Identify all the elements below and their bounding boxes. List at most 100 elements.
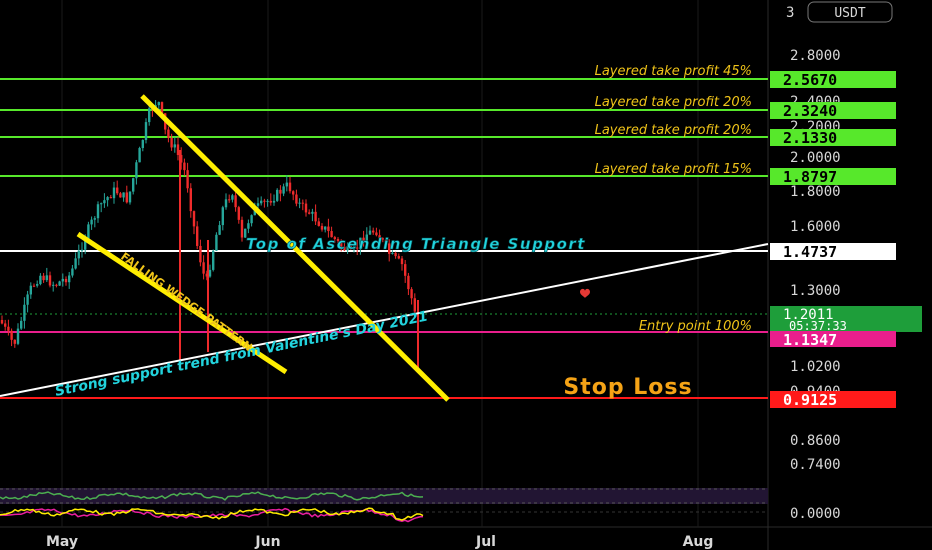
oscillator-panel xyxy=(0,488,768,523)
candle-body xyxy=(106,197,109,201)
candle-body xyxy=(167,129,170,138)
candle-body xyxy=(215,234,218,251)
candle-body xyxy=(68,275,71,283)
candle-body xyxy=(320,225,324,230)
candle-body xyxy=(234,195,237,208)
price-badge-label: 1.4737 xyxy=(783,243,837,261)
candle-body xyxy=(112,187,116,199)
ascending-triangle-annotation: Top of Ascending Triangle Support xyxy=(246,235,586,253)
candle-body xyxy=(183,162,186,171)
price-badge-triangle[interactable]: 1.4737 xyxy=(770,243,896,261)
price-badge-tp2[interactable]: 2.3240 xyxy=(770,102,896,120)
candle-body xyxy=(23,304,26,321)
candle-body xyxy=(372,230,375,233)
candle-body xyxy=(218,225,221,235)
candle-body xyxy=(61,278,64,282)
entry-note: Entry point 100% xyxy=(639,319,752,334)
currency-badge[interactable]: USDT xyxy=(807,1,893,23)
candle-body xyxy=(292,191,295,195)
price-badge-tp1[interactable]: 2.5670 xyxy=(770,71,896,89)
candle-body xyxy=(308,212,311,214)
candle-body xyxy=(397,256,400,259)
candle-body xyxy=(80,249,84,251)
candle-body xyxy=(208,269,212,277)
take-profit-note: Layered take profit 20% xyxy=(595,123,752,138)
candle-body xyxy=(29,285,32,295)
candle-body xyxy=(324,226,327,230)
price-badge-entry[interactable]: 1.1347 xyxy=(770,331,896,349)
price-badge-stop-loss[interactable]: 0.9125 xyxy=(770,391,896,409)
x-tick-label: May xyxy=(46,534,78,550)
candle-body xyxy=(125,192,128,203)
candle-body xyxy=(221,207,224,226)
candle-body xyxy=(170,137,173,148)
candle-body xyxy=(32,285,36,287)
candle-body xyxy=(301,202,304,204)
stop-loss-annotation: Stop Loss xyxy=(563,375,692,400)
y-tick-label: 1.0200 xyxy=(790,359,841,375)
x-tick-labels: May Jun Jul Aug xyxy=(46,534,713,550)
candle-body xyxy=(39,275,42,285)
candle-body xyxy=(128,191,132,203)
candle-body xyxy=(103,200,106,204)
candle-body xyxy=(272,200,276,203)
candle-body xyxy=(295,194,298,204)
y-tick-label: 0.7400 xyxy=(790,457,841,473)
candle-body xyxy=(231,195,234,200)
y-tick-label: 0.8600 xyxy=(790,433,841,449)
price-chart[interactable]: USDT 3 2.8000 2.4000 2.2000 2.0000 1.800… xyxy=(0,0,932,550)
candle-body xyxy=(285,182,288,187)
candle-body xyxy=(282,186,285,194)
take-profit-note: Layered take profit 15% xyxy=(595,162,752,177)
candle-body xyxy=(269,200,272,203)
candle-body xyxy=(196,226,199,246)
candle-body xyxy=(391,252,394,254)
candle-body xyxy=(0,320,4,324)
candle-body xyxy=(368,230,372,235)
candle-body xyxy=(42,275,45,281)
candle-body xyxy=(135,162,138,179)
price-badge-tp4[interactable]: 1.8797 xyxy=(770,168,896,186)
candle-body xyxy=(138,148,141,163)
candle-body xyxy=(144,122,148,141)
candle-body xyxy=(263,200,266,202)
price-badge-label: 2.3240 xyxy=(783,102,837,120)
take-profit-notes: Layered take profit 45% Layered take pro… xyxy=(595,64,752,334)
falling-wedge-annotation: FALLING WEDGE PATTERN xyxy=(118,250,254,354)
candle-body xyxy=(16,328,20,344)
support-trend-annotation: Strong support trend from Valentine's Da… xyxy=(54,308,430,399)
currency-badge-label: USDT xyxy=(834,6,865,21)
candle-body xyxy=(74,258,77,269)
price-badge-label: 0.9125 xyxy=(783,391,837,409)
candle-body xyxy=(48,275,52,286)
candle-body xyxy=(90,219,93,225)
candle-body xyxy=(240,219,244,238)
candle-body xyxy=(26,294,29,305)
candle-body xyxy=(311,211,314,214)
candle-body xyxy=(247,223,250,229)
price-badge-tp3[interactable]: 2.1330 xyxy=(770,129,896,147)
y-tick-label: 1.3000 xyxy=(790,283,841,299)
y-tick-label: 2.8000 xyxy=(790,48,841,64)
price-badge-label: 2.1330 xyxy=(783,129,837,147)
y-tick-label: 1.6000 xyxy=(790,219,841,235)
candle-body xyxy=(228,199,231,201)
candle-body xyxy=(394,252,397,257)
candle-body xyxy=(96,204,100,219)
heart-icon xyxy=(580,288,590,298)
take-profit-note: Layered take profit 45% xyxy=(595,64,752,79)
candle-body xyxy=(64,278,68,283)
candle-body xyxy=(122,192,125,198)
candle-body xyxy=(404,264,407,276)
candle-body xyxy=(36,284,39,286)
candle-body xyxy=(176,144,180,155)
candle-body xyxy=(189,188,192,212)
candle-body xyxy=(260,200,263,204)
candle-body xyxy=(71,268,74,276)
last-price-badge[interactable]: 1.2011 05:37:33 xyxy=(770,306,922,333)
candle-body xyxy=(87,224,90,240)
x-tick-label: Jun xyxy=(254,534,280,550)
candle-body xyxy=(410,289,413,299)
candle-body xyxy=(4,323,7,327)
candle-body xyxy=(132,178,135,192)
